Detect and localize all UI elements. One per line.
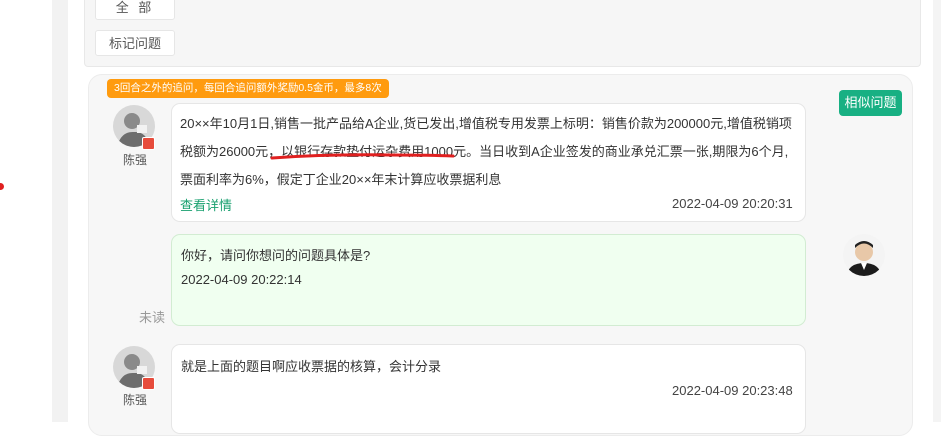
- filter-marked-button[interactable]: 标记问题: [95, 30, 175, 56]
- user-name: 陈强: [123, 153, 148, 167]
- left-gutter: [52, 0, 68, 422]
- user-badge-icon: [142, 137, 155, 150]
- bonus-notice-badge: 3回合之外的追问，每回合追问额外奖励0.5金币，最多8次: [107, 79, 389, 98]
- user-name: 陈强: [123, 393, 148, 407]
- red-underline-annotation: [270, 153, 455, 160]
- similar-questions-button[interactable]: 相似问题: [839, 90, 902, 116]
- message-time: 2022-04-09 20:20:31: [672, 196, 793, 211]
- filter-panel: 全 部 标记问题: [84, 0, 921, 67]
- unread-status: 未读: [139, 310, 166, 325]
- teacher-avatar[interactable]: [843, 234, 885, 276]
- red-dot-indicator: [0, 183, 4, 190]
- view-details-link[interactable]: 查看详情: [180, 195, 232, 214]
- scrollbar-track[interactable]: [933, 0, 941, 422]
- user-badge-icon: [142, 377, 155, 390]
- reply-time: 2022-04-09 20:22:14: [181, 272, 302, 287]
- message-time: 2022-04-09 20:23:48: [672, 383, 793, 398]
- reply-text: 你好，请问你想问的问题具体是?: [181, 248, 371, 263]
- followup-text: 就是上面的题目啊应收票据的核算，会计分录: [181, 359, 442, 374]
- filter-all-button[interactable]: 全 部: [95, 0, 175, 20]
